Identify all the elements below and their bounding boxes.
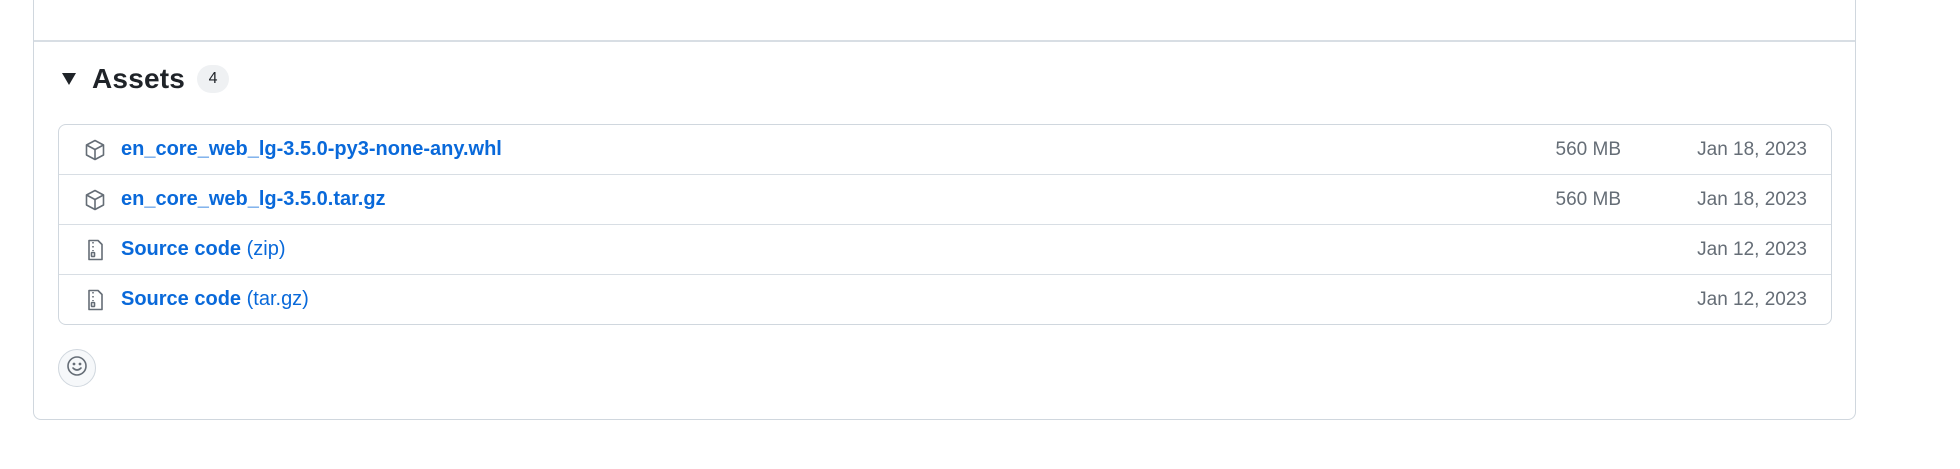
package-icon [83,138,107,162]
asset-row: Source code (zip) Jan 12, 2023 [59,224,1831,274]
asset-row: en_core_web_lg-3.5.0.tar.gz 560 MB Jan 1… [59,174,1831,224]
caret-down-icon[interactable] [58,68,80,90]
asset-suffix: (tar.gz) [246,288,309,310]
asset-name: en_core_web_lg-3.5.0-py3-none-any.whl [121,138,502,160]
asset-name: Source code [121,288,242,310]
asset-name: en_core_web_lg-3.5.0.tar.gz [121,188,386,210]
smiley-icon [65,354,89,383]
package-icon [83,188,107,212]
asset-suffix: (zip) [246,238,286,260]
assets-list: en_core_web_lg-3.5.0-py3-none-any.whl 56… [58,124,1832,325]
asset-date: Jan 12, 2023 [1697,239,1807,260]
release-card: Assets 4 en_core_web_lg-3.5.0-py3-none-a… [33,0,1856,420]
asset-link[interactable]: en_core_web_lg-3.5.0.tar.gz [121,188,386,211]
asset-size: 560 MB [1555,139,1621,160]
asset-size: 560 MB [1555,189,1621,210]
asset-link[interactable]: Source code (tar.gz) [121,288,309,311]
assets-count-badge: 4 [197,65,230,93]
asset-date: Jan 12, 2023 [1697,289,1807,310]
asset-date: Jan 18, 2023 [1697,189,1807,210]
assets-title: Assets [92,63,186,94]
asset-link[interactable]: Source code (zip) [121,238,286,261]
asset-row: en_core_web_lg-3.5.0-py3-none-any.whl 56… [59,125,1831,174]
add-reaction-button[interactable] [58,349,96,387]
asset-link[interactable]: en_core_web_lg-3.5.0-py3-none-any.whl [121,138,502,161]
card-divider [34,40,1855,42]
asset-date: Jan 18, 2023 [1697,139,1807,160]
file-zip-icon [83,238,107,262]
file-zip-icon [83,288,107,312]
asset-name: Source code [121,238,242,260]
assets-header[interactable]: Assets 4 [58,61,230,97]
asset-row: Source code (tar.gz) Jan 12, 2023 [59,274,1831,324]
